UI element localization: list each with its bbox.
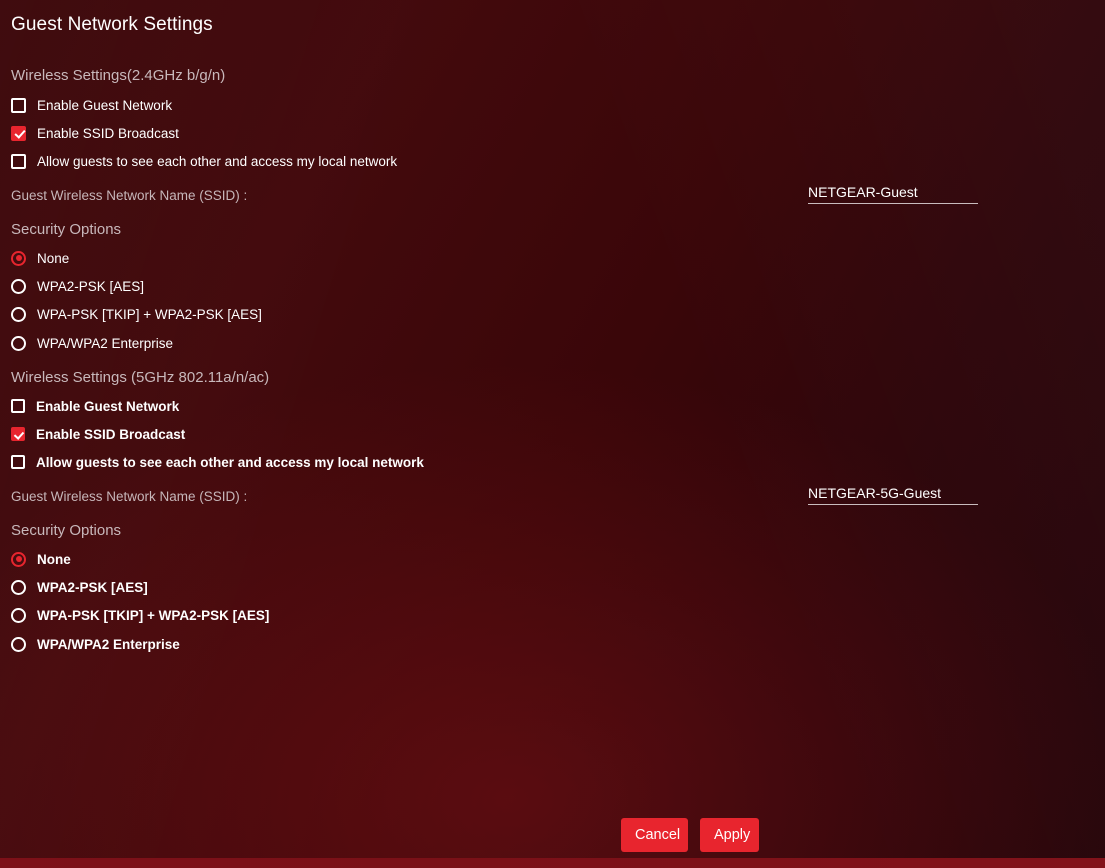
ssid-input-5g[interactable] — [808, 483, 978, 505]
radio-label-5g-none: None — [37, 551, 71, 567]
checkbox-row-2g-enable-guest-network[interactable]: Enable Guest Network — [11, 96, 172, 114]
security-heading-2g: Security Options — [11, 221, 122, 238]
radio-label-5g-wpa-wpa2-enterprise: WPA/WPA2 Enterprise — [37, 636, 180, 652]
bottom-accent-bar — [0, 858, 1105, 868]
radio-row-5g-wpa-psk-tkip-plus-wpa2-psk-aes[interactable]: WPA-PSK [TKIP] + WPA2-PSK [AES] — [11, 606, 269, 624]
cancel-button[interactable]: Cancel — [621, 818, 688, 852]
radio-2g-none[interactable] — [11, 250, 26, 266]
radio-2g-wpa2-psk-aes[interactable] — [11, 278, 26, 294]
radio-label-2g-wpa-psk-tkip-plus-wpa2-psk-aes: WPA-PSK [TKIP] + WPA2-PSK [AES] — [37, 306, 262, 322]
security-heading-5g: Security Options — [11, 522, 122, 539]
radio-5g-wpa-wpa2-enterprise[interactable] — [11, 636, 26, 652]
radio-row-5g-wpa-wpa2-enterprise[interactable]: WPA/WPA2 Enterprise — [11, 635, 180, 653]
radio-5g-none[interactable] — [11, 551, 26, 567]
checkbox-row-2g-allow-guests-local-network[interactable]: Allow guests to see each other and acces… — [11, 152, 397, 170]
radio-5g-wpa-psk-tkip-plus-wpa2-psk-aes[interactable] — [11, 607, 26, 623]
radio-row-2g-wpa-wpa2-enterprise[interactable]: WPA/WPA2 Enterprise — [11, 334, 173, 352]
section-heading-2g: Wireless Settings(2.4GHz b/g/n) — [11, 67, 226, 84]
checkbox-label-2g-allow-guests-local-network: Allow guests to see each other and acces… — [37, 153, 398, 169]
checkbox-label-5g-allow-guests-local-network: Allow guests to see each other and acces… — [36, 454, 424, 470]
radio-row-2g-none[interactable]: None — [11, 249, 69, 267]
checkbox-2g-enable-ssid-broadcast[interactable] — [11, 125, 26, 141]
checkbox-5g-enable-guest-network[interactable] — [11, 399, 25, 413]
radio-label-2g-wpa-wpa2-enterprise: WPA/WPA2 Enterprise — [37, 335, 174, 351]
radio-row-2g-wpa2-psk-aes[interactable]: WPA2-PSK [AES] — [11, 277, 144, 295]
apply-button[interactable]: Apply — [700, 818, 759, 852]
ssid-input-2g[interactable] — [808, 182, 978, 204]
checkbox-label-5g-enable-ssid-broadcast: Enable SSID Broadcast — [36, 426, 186, 442]
checkbox-row-2g-enable-ssid-broadcast[interactable]: Enable SSID Broadcast — [11, 124, 179, 142]
checkbox-5g-enable-ssid-broadcast[interactable] — [11, 427, 25, 441]
checkbox-label-2g-enable-ssid-broadcast: Enable SSID Broadcast — [37, 125, 179, 141]
radio-5g-wpa2-psk-aes[interactable] — [11, 579, 26, 595]
radio-label-5g-wpa-psk-tkip-plus-wpa2-psk-aes: WPA-PSK [TKIP] + WPA2-PSK [AES] — [37, 607, 270, 623]
checkbox-2g-enable-guest-network[interactable] — [11, 97, 26, 113]
page-title: Guest Network Settings — [11, 14, 213, 35]
checkbox-5g-allow-guests-local-network[interactable] — [11, 455, 25, 469]
radio-label-2g-none: None — [37, 250, 70, 266]
checkbox-label-2g-enable-guest-network: Enable Guest Network — [37, 97, 173, 113]
radio-row-2g-wpa-psk-tkip-plus-wpa2-psk-aes[interactable]: WPA-PSK [TKIP] + WPA2-PSK [AES] — [11, 305, 262, 323]
ssid-label-5g: Guest Wireless Network Name (SSID) : — [11, 489, 248, 504]
radio-label-5g-wpa2-psk-aes: WPA2-PSK [AES] — [37, 579, 148, 595]
ssid-label-2g: Guest Wireless Network Name (SSID) : — [11, 188, 248, 203]
section-heading-5g: Wireless Settings (5GHz 802.11a/n/ac) — [11, 369, 270, 386]
radio-row-5g-wpa2-psk-aes[interactable]: WPA2-PSK [AES] — [11, 578, 148, 596]
radio-label-2g-wpa2-psk-aes: WPA2-PSK [AES] — [37, 278, 145, 294]
radio-row-5g-none[interactable]: None — [11, 550, 71, 568]
guest-network-settings-page: Guest Network Settings Wireless Settings… — [0, 0, 1105, 868]
checkbox-row-5g-enable-ssid-broadcast[interactable]: Enable SSID Broadcast — [11, 425, 185, 443]
checkbox-label-5g-enable-guest-network: Enable Guest Network — [36, 398, 180, 414]
checkbox-row-5g-enable-guest-network[interactable]: Enable Guest Network — [11, 397, 179, 415]
checkbox-row-5g-allow-guests-local-network[interactable]: Allow guests to see each other and acces… — [11, 453, 424, 471]
radio-2g-wpa-psk-tkip-plus-wpa2-psk-aes[interactable] — [11, 306, 26, 322]
radio-2g-wpa-wpa2-enterprise[interactable] — [11, 335, 26, 351]
checkbox-2g-allow-guests-local-network[interactable] — [11, 153, 26, 169]
